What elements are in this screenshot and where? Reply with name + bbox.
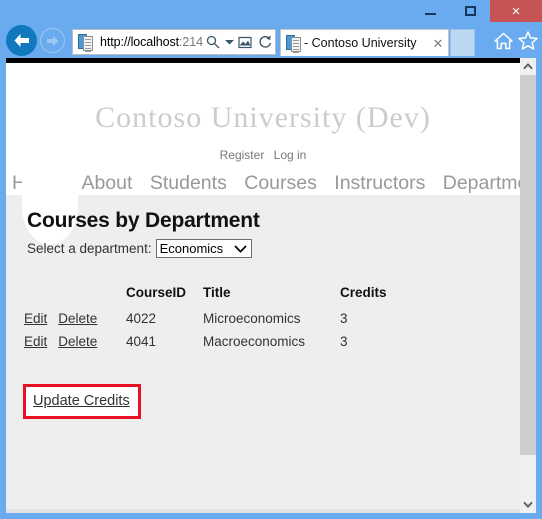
- site-brand-title: Contoso University (Dev): [95, 101, 431, 134]
- site-header: Contoso University (Dev) Register Log in…: [6, 63, 536, 195]
- tab-close-icon[interactable]: ✕: [430, 37, 446, 50]
- url-host: http://localhost: [100, 35, 180, 49]
- nav-item-students[interactable]: Students: [150, 172, 227, 194]
- minimize-button[interactable]: [410, 0, 450, 22]
- maximize-icon: [464, 6, 476, 16]
- table-header: CourseID Title Credits: [24, 283, 400, 308]
- register-link[interactable]: Register: [220, 148, 265, 162]
- tab-favicon-icon: [284, 34, 301, 53]
- auth-links: Register Log in: [6, 148, 520, 162]
- vertical-scrollbar[interactable]: [520, 58, 536, 513]
- tab-contoso-university[interactable]: - Contoso University ✕: [280, 29, 449, 56]
- search-icon[interactable]: [203, 30, 223, 54]
- url-port: :214: [179, 35, 203, 49]
- chevron-up-icon: [523, 63, 533, 70]
- close-icon: ×: [511, 2, 521, 20]
- compatibility-view-icon[interactable]: [235, 30, 255, 54]
- favorites-star-icon[interactable]: [518, 31, 538, 55]
- row-actions: Edit Delete: [24, 308, 126, 331]
- refresh-icon[interactable]: [255, 30, 275, 54]
- back-arrow-icon: [14, 34, 29, 47]
- scrollbar-thumb[interactable]: [520, 75, 536, 455]
- edit-link[interactable]: Edit: [24, 334, 47, 349]
- nav-item-instructors[interactable]: Instructors: [334, 172, 425, 194]
- forward-arrow-icon: [46, 35, 59, 46]
- address-bar[interactable]: http://localhost:214: [72, 29, 276, 55]
- tab-title: - Contoso University: [304, 36, 417, 50]
- table-body: Edit Delete 4022 Microeconomics 3 Edit Del…: [24, 308, 400, 354]
- close-window-button[interactable]: ×: [490, 0, 542, 22]
- table-row: Edit Delete 4041 Macroeconomics 3: [24, 331, 400, 354]
- title-bar: ×: [0, 0, 542, 22]
- cell-credits: 3: [340, 311, 348, 326]
- scroll-up-button[interactable]: [520, 58, 536, 75]
- cell-course-id: 4022: [126, 311, 157, 326]
- nav-item-courses[interactable]: Courses: [244, 172, 317, 194]
- page-title: Courses by Department: [27, 209, 260, 232]
- scroll-down-button[interactable]: [520, 496, 536, 513]
- page-content: Courses by Department Select a departmen…: [6, 157, 520, 513]
- courses-table: CourseID Title Credits Edit Delete 4022 M…: [24, 283, 400, 354]
- update-credits-highlight: Update Credits: [23, 384, 141, 419]
- department-select[interactable]: Economics: [155, 239, 252, 258]
- main-navigation: Home About Students Courses Instructors …: [6, 172, 536, 195]
- column-header-credits: Credits: [340, 285, 387, 300]
- edit-link[interactable]: Edit: [24, 311, 47, 326]
- delete-link[interactable]: Delete: [58, 334, 97, 349]
- department-select-value: Economics: [159, 241, 224, 256]
- column-header-title: Title: [203, 285, 231, 300]
- nav-item-about[interactable]: About: [81, 172, 132, 194]
- toolbar-right-icons: [494, 31, 538, 55]
- url-text[interactable]: http://localhost:214: [96, 35, 203, 49]
- chevron-down-icon: [233, 241, 249, 256]
- cell-course-id: 4041: [126, 334, 157, 349]
- home-icon[interactable]: [494, 32, 513, 55]
- table-header-row: CourseID Title Credits: [24, 283, 400, 308]
- tab-strip: - Contoso University ✕: [280, 29, 475, 56]
- column-header-actions: [24, 283, 126, 308]
- forward-button[interactable]: [40, 28, 65, 53]
- department-label: Select a department:: [27, 241, 152, 256]
- delete-link[interactable]: Delete: [58, 311, 97, 326]
- cell-title: Microeconomics: [203, 311, 301, 326]
- department-selector-row: Select a department: Economics: [27, 239, 252, 258]
- table-row: Edit Delete 4022 Microeconomics 3: [24, 308, 400, 331]
- cell-title: Macroeconomics: [203, 334, 306, 349]
- browser-toolbar: http://localhost:214 - Contoso Universit…: [0, 22, 542, 58]
- chevron-down-icon: [523, 501, 533, 508]
- new-tab-button[interactable]: [450, 29, 475, 56]
- maximize-button[interactable]: [450, 0, 490, 22]
- chevron-down-icon[interactable]: [223, 30, 235, 54]
- back-button[interactable]: [6, 25, 37, 56]
- cell-credits: 3: [340, 334, 348, 349]
- column-header-course-id: CourseID: [126, 285, 187, 300]
- site-footer: © 2013 - Contoso University: [6, 509, 520, 513]
- update-credits-link[interactable]: Update Credits: [33, 393, 130, 409]
- row-actions: Edit Delete: [24, 331, 126, 354]
- minimize-icon: [424, 12, 436, 15]
- browser-window: × http://localhost:214 - Contoso Univers…: [0, 0, 542, 519]
- page-viewport: Contoso University (Dev) Register Log in…: [6, 58, 536, 513]
- page-favicon-icon: [76, 32, 96, 52]
- login-link[interactable]: Log in: [274, 148, 307, 162]
